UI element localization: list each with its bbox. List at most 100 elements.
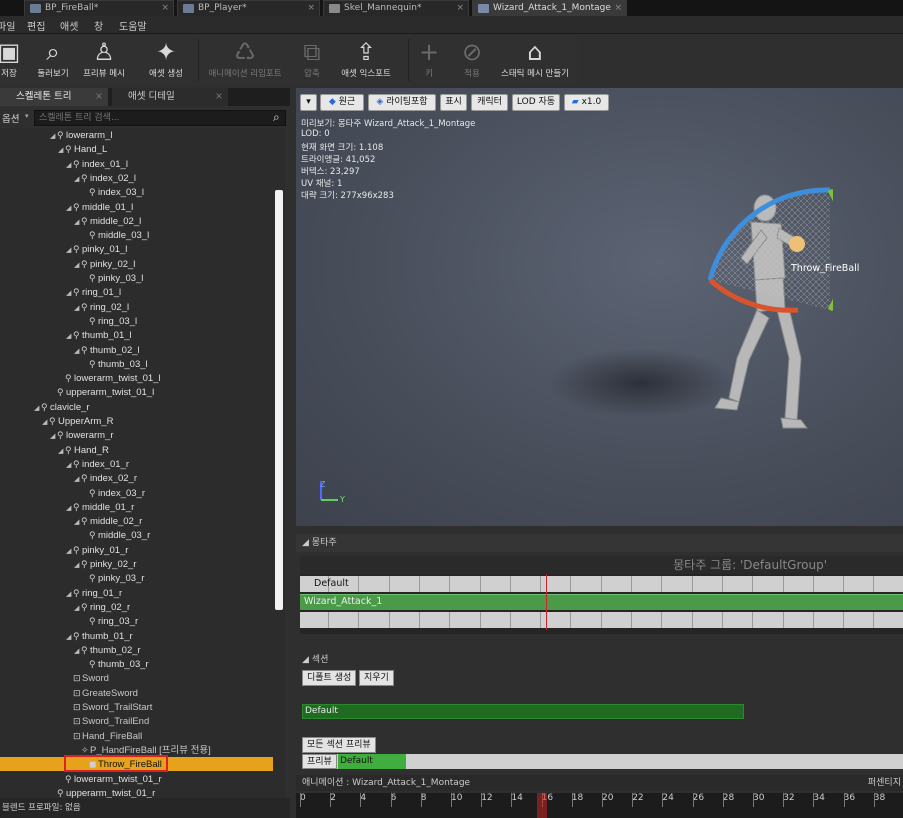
expand-arrow-icon[interactable]: ◢	[66, 588, 73, 602]
bone-tree-item[interactable]: ⚲ thumb_03_l	[82, 357, 148, 371]
bone-tree-item[interactable]: ◢ ⚲ lowerarm_l	[50, 128, 112, 142]
expand-arrow-icon[interactable]: ◢	[66, 202, 73, 216]
preview-section-default[interactable]: Default	[338, 754, 406, 769]
lod-button[interactable]: LOD 자동	[512, 94, 560, 111]
close-icon[interactable]: ×	[614, 1, 622, 16]
blend-profile-dropdown[interactable]: 블렌드 프로파일: 없음	[2, 801, 81, 813]
sections-header[interactable]: ◢ 섹션	[296, 652, 903, 668]
socket-tree-item[interactable]: ⊡Sword	[66, 671, 109, 685]
perspective-button[interactable]: ◆ 원근	[320, 94, 364, 111]
bone-tree-item[interactable]: ◢ ⚲ middle_02_r	[74, 514, 142, 528]
menu-file[interactable]: 파일	[0, 18, 15, 33]
bone-tree-item[interactable]: ◢ ⚲ middle_02_l	[74, 214, 141, 228]
bone-tree-item[interactable]: ⚲ lowerarm_twist_01_l	[58, 371, 161, 385]
preview-asset-item[interactable]: ✧P_HandFireBall [프리뷰 전용]	[74, 743, 211, 757]
bone-tree-item[interactable]: ⚲ upperarm_twist_01_l	[50, 385, 154, 399]
close-icon[interactable]: ×	[215, 88, 223, 106]
expand-arrow-icon[interactable]: ◢	[66, 459, 73, 473]
expand-arrow-icon[interactable]: ◢	[74, 302, 81, 316]
close-icon[interactable]: ×	[307, 1, 315, 16]
bone-tree-item[interactable]: ⚲ upperarm_twist_01_r	[50, 786, 155, 798]
montage-segment[interactable]	[300, 594, 903, 610]
close-icon[interactable]: ×	[161, 1, 169, 16]
tree-scrollbar[interactable]	[275, 190, 283, 610]
bone-tree-item[interactable]: ◢ ⚲ pinky_01_l	[66, 242, 127, 256]
menu-window[interactable]: 창	[94, 18, 103, 33]
bone-tree-item[interactable]: ◢ ⚲ ring_01_l	[66, 285, 121, 299]
socket-tree-item[interactable]: ◼ Throw_FireBall	[0, 755, 273, 773]
bone-tree-item[interactable]: ⚲ ring_03_r	[82, 614, 138, 628]
section-default-bar[interactable]: Default	[302, 704, 744, 719]
apply-button[interactable]: ⊘ 적용	[456, 35, 488, 85]
menu-help[interactable]: 도움말	[119, 18, 147, 33]
bone-tree-item[interactable]: ◢ ⚲ pinky_02_r	[74, 557, 136, 571]
expand-arrow-icon[interactable]: ◢	[42, 416, 49, 430]
expand-arrow-icon[interactable]: ◢	[74, 173, 81, 187]
montage-scrubber[interactable]	[546, 574, 547, 630]
close-icon[interactable]: ×	[95, 88, 103, 106]
bone-tree-item[interactable]: ⚲ pinky_03_l	[82, 271, 143, 285]
tab-skeleton-tree[interactable]: 스켈레톤 트리 ×	[0, 88, 108, 106]
timeline-ruler[interactable]: 0 2 4 6 8 10 12 14 16 18 20 22 24 26 28 …	[296, 793, 903, 818]
bone-tree-item[interactable]: ◢ ⚲ middle_01_r	[66, 500, 134, 514]
preview-viewport[interactable]: ▾ ◆ 원근 ◈ 라이팅포함 표시 캐릭터 LOD 자동 ▰ x1.0 미리보기…	[296, 88, 903, 526]
tree-search-input[interactable]	[34, 110, 286, 126]
socket-tree-item[interactable]: ⊡Sword_TrailEnd	[66, 714, 149, 728]
reimport-button[interactable]: ♺ 애니메이션 리임포트	[202, 35, 288, 85]
bone-tree-item[interactable]: ◢ ⚲ Hand_R	[58, 443, 109, 457]
browse-button[interactable]: ⌕ 둘러보기	[32, 35, 74, 85]
expand-arrow-icon[interactable]: ◢	[58, 144, 65, 158]
bone-tree-item[interactable]: ◢ ⚲ clavicle_r	[34, 400, 90, 414]
make-static-mesh-button[interactable]: ⌂ 스태틱 메시 만들기	[494, 35, 576, 85]
bone-tree-item[interactable]: ⚲ middle_03_r	[82, 528, 150, 542]
menu-edit[interactable]: 편집	[27, 18, 45, 33]
expand-arrow-icon[interactable]: ◢	[58, 445, 65, 459]
bone-tree-item[interactable]: ◢ ⚲ thumb_01_l	[66, 328, 132, 342]
bone-tree-item[interactable]: ◢ ⚲ pinky_02_l	[74, 257, 135, 271]
expand-arrow-icon[interactable]: ◢	[74, 473, 81, 487]
expand-arrow-icon[interactable]: ◢	[34, 402, 41, 416]
tab-wizard-attack-montage[interactable]: Wizard_Attack_1_Montage ×	[472, 0, 627, 16]
preview-all-sections-button[interactable]: 모든 섹션 프리뷰	[302, 737, 376, 753]
bone-tree-item[interactable]: ◢ ⚲ pinky_01_r	[66, 543, 128, 557]
bone-tree-item[interactable]: ◢ ⚲ Hand_L	[58, 142, 107, 156]
expand-arrow-icon[interactable]: ◢	[74, 516, 81, 530]
bone-tree-item[interactable]: ⚲ lowerarm_twist_01_r	[58, 772, 162, 786]
expand-arrow-icon[interactable]: ◢	[74, 345, 81, 359]
tab-bp-player[interactable]: BP_Player* ×	[177, 0, 320, 16]
bone-tree-item[interactable]: ◢ ⚲ index_02_l	[74, 171, 136, 185]
bone-tree-item[interactable]: ◢ ⚲ index_01_l	[66, 157, 128, 171]
montage-track-area[interactable]: 몽타주 그룹: 'DefaultGroup' Default Wizard_At…	[300, 556, 903, 634]
bone-tree-item[interactable]: ◢ ⚲ thumb_02_l	[74, 343, 140, 357]
expand-arrow-icon[interactable]: ◢	[74, 259, 81, 273]
expand-arrow-icon[interactable]: ◢	[74, 645, 81, 659]
save-button[interactable]: ▣ 저장	[0, 35, 24, 85]
bone-tree-item[interactable]: ◢ ⚲ lowerarm_r	[50, 428, 114, 442]
slot-track[interactable]	[300, 576, 903, 592]
bone-tree-item[interactable]: ⚲ middle_03_l	[82, 228, 149, 242]
expand-arrow-icon[interactable]: ◢	[66, 244, 73, 258]
expand-arrow-icon[interactable]: ◢	[50, 430, 57, 444]
preview-button[interactable]: 프리뷰	[302, 754, 337, 769]
tab-skel-mannequin[interactable]: Skel_Mannequin* ×	[323, 0, 469, 16]
preview-mesh-button[interactable]: ♙ 프리뷰 메시	[78, 35, 130, 85]
bone-tree-item[interactable]: ◢ ⚲ middle_01_l	[66, 200, 133, 214]
expand-arrow-icon[interactable]: ◢	[66, 159, 73, 173]
timeline-scrubber[interactable]	[536, 793, 547, 818]
clear-button[interactable]: 지우기	[359, 670, 394, 686]
expand-arrow-icon[interactable]: ◢	[66, 502, 73, 516]
menu-asset[interactable]: 애셋	[60, 18, 78, 33]
character-button[interactable]: 캐릭터	[471, 94, 508, 111]
slot-track-empty[interactable]	[300, 612, 903, 628]
socket-tree-item[interactable]: ⊡Hand_FireBall	[66, 729, 142, 743]
lit-button[interactable]: ◈ 라이팅포함	[368, 94, 436, 111]
expand-arrow-icon[interactable]: ◢	[66, 545, 73, 559]
socket-tree-item[interactable]: ⊡Sword_TrailStart	[66, 700, 152, 714]
key-button[interactable]: + 키	[414, 35, 444, 85]
create-asset-button[interactable]: ✦ 애셋 생성	[140, 35, 192, 85]
close-icon[interactable]: ×	[456, 1, 464, 16]
compress-button[interactable]: ⧉ 압축	[296, 35, 328, 85]
montage-section-header[interactable]: ◢ 몽타주	[296, 534, 903, 552]
bone-tree-item[interactable]: ◢ ⚲ ring_01_r	[66, 586, 122, 600]
expand-arrow-icon[interactable]: ◢	[66, 287, 73, 301]
